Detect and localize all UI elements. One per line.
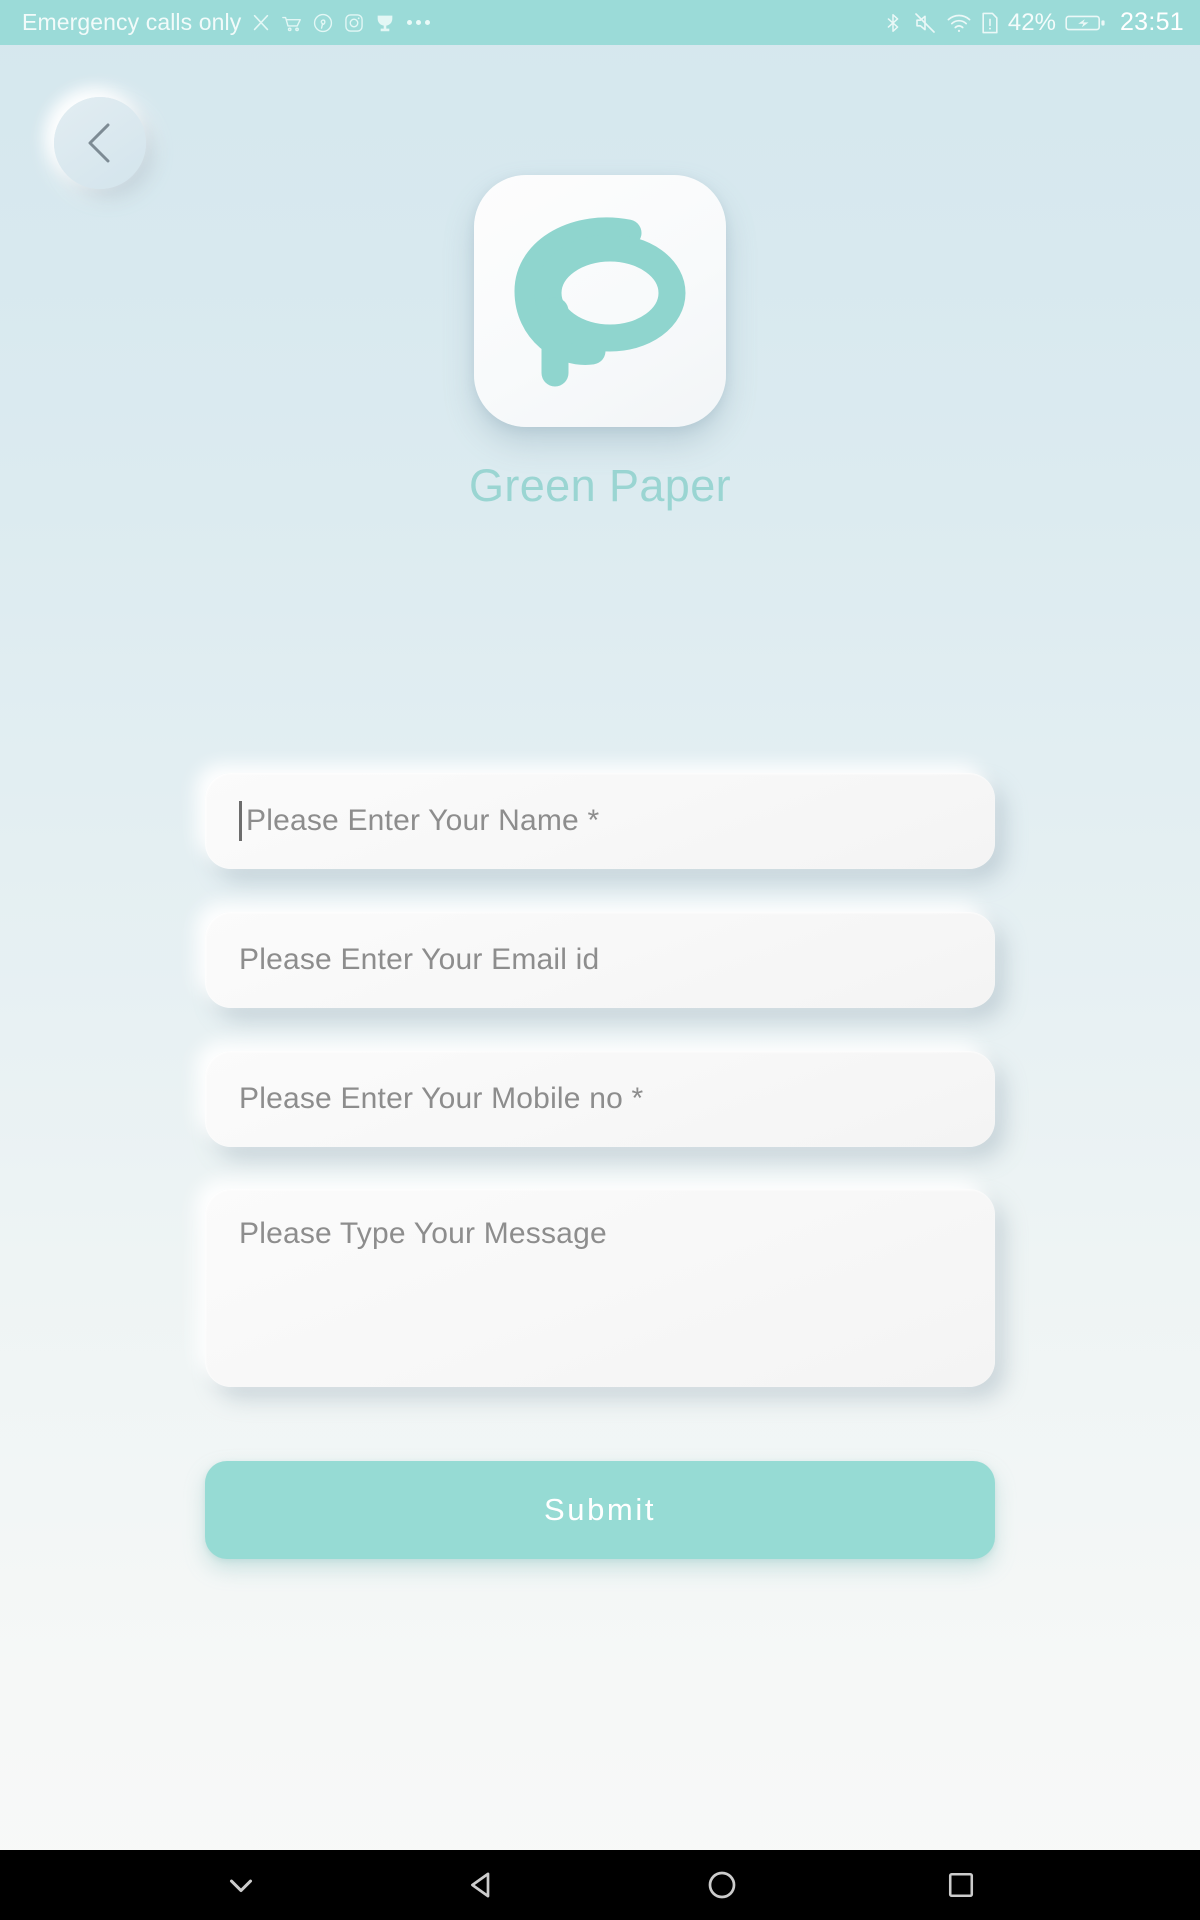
battery-charging-icon — [1065, 11, 1107, 35]
carrier-label: Emergency calls only — [22, 9, 242, 35]
submit-button-label: Submit — [543, 1492, 657, 1527]
name-field[interactable]: Please Enter Your Name * — [205, 773, 995, 869]
email-field[interactable]: Please Enter Your Email id — [205, 912, 995, 1008]
status-bar-right: 42% 23:51 — [882, 8, 1184, 37]
trophy-icon — [374, 12, 396, 34]
submit-button[interactable]: Submit — [205, 1461, 995, 1559]
app-screen: Emergency calls only 42% 23:51 Green Pap… — [0, 0, 1200, 1920]
message-field-placeholder: Please Type Your Message — [239, 1217, 607, 1250]
hide-keyboard-icon[interactable] — [222, 1866, 260, 1904]
bluetooth-icon — [882, 11, 904, 35]
mobile-field-placeholder: Please Enter Your Mobile no * — [239, 1082, 644, 1115]
name-field-placeholder: Please Enter Your Name * — [246, 804, 600, 837]
clock-label: 23:51 — [1119, 8, 1184, 36]
wifi-icon — [946, 12, 972, 34]
instagram-icon — [343, 12, 365, 34]
mobile-field[interactable]: Please Enter Your Mobile no * — [205, 1051, 995, 1147]
battery-percent-label: 42% — [1007, 8, 1056, 36]
back-triangle-icon[interactable] — [464, 1867, 500, 1903]
email-field-placeholder: Please Enter Your Email id — [239, 943, 600, 976]
more-dots-icon — [407, 20, 431, 25]
logo-glow — [443, 144, 757, 458]
app-title: Green Paper — [468, 460, 732, 511]
volume-mute-icon — [913, 11, 937, 35]
green-paper-gp-monogram-icon — [500, 201, 700, 401]
message-field[interactable]: Please Type Your Message — [205, 1189, 995, 1387]
text-cursor — [239, 801, 242, 841]
chevron-left-icon — [78, 118, 122, 168]
scissors-icon — [250, 12, 272, 34]
sim-alert-icon — [981, 11, 999, 35]
recents-square-icon[interactable] — [944, 1868, 978, 1902]
pinterest-icon — [312, 12, 334, 34]
android-nav-bar — [0, 1850, 1200, 1920]
status-bar: Emergency calls only 42% 23:51 — [0, 0, 1200, 45]
contact-form: Please Enter Your Name * Please Enter Yo… — [205, 773, 995, 1559]
home-circle-icon[interactable] — [704, 1867, 740, 1903]
app-logo-tile — [474, 175, 726, 427]
status-bar-left: Emergency calls only — [22, 9, 882, 36]
app-branding: Green Paper — [0, 144, 1200, 512]
shopping-cart-icon — [281, 12, 303, 34]
